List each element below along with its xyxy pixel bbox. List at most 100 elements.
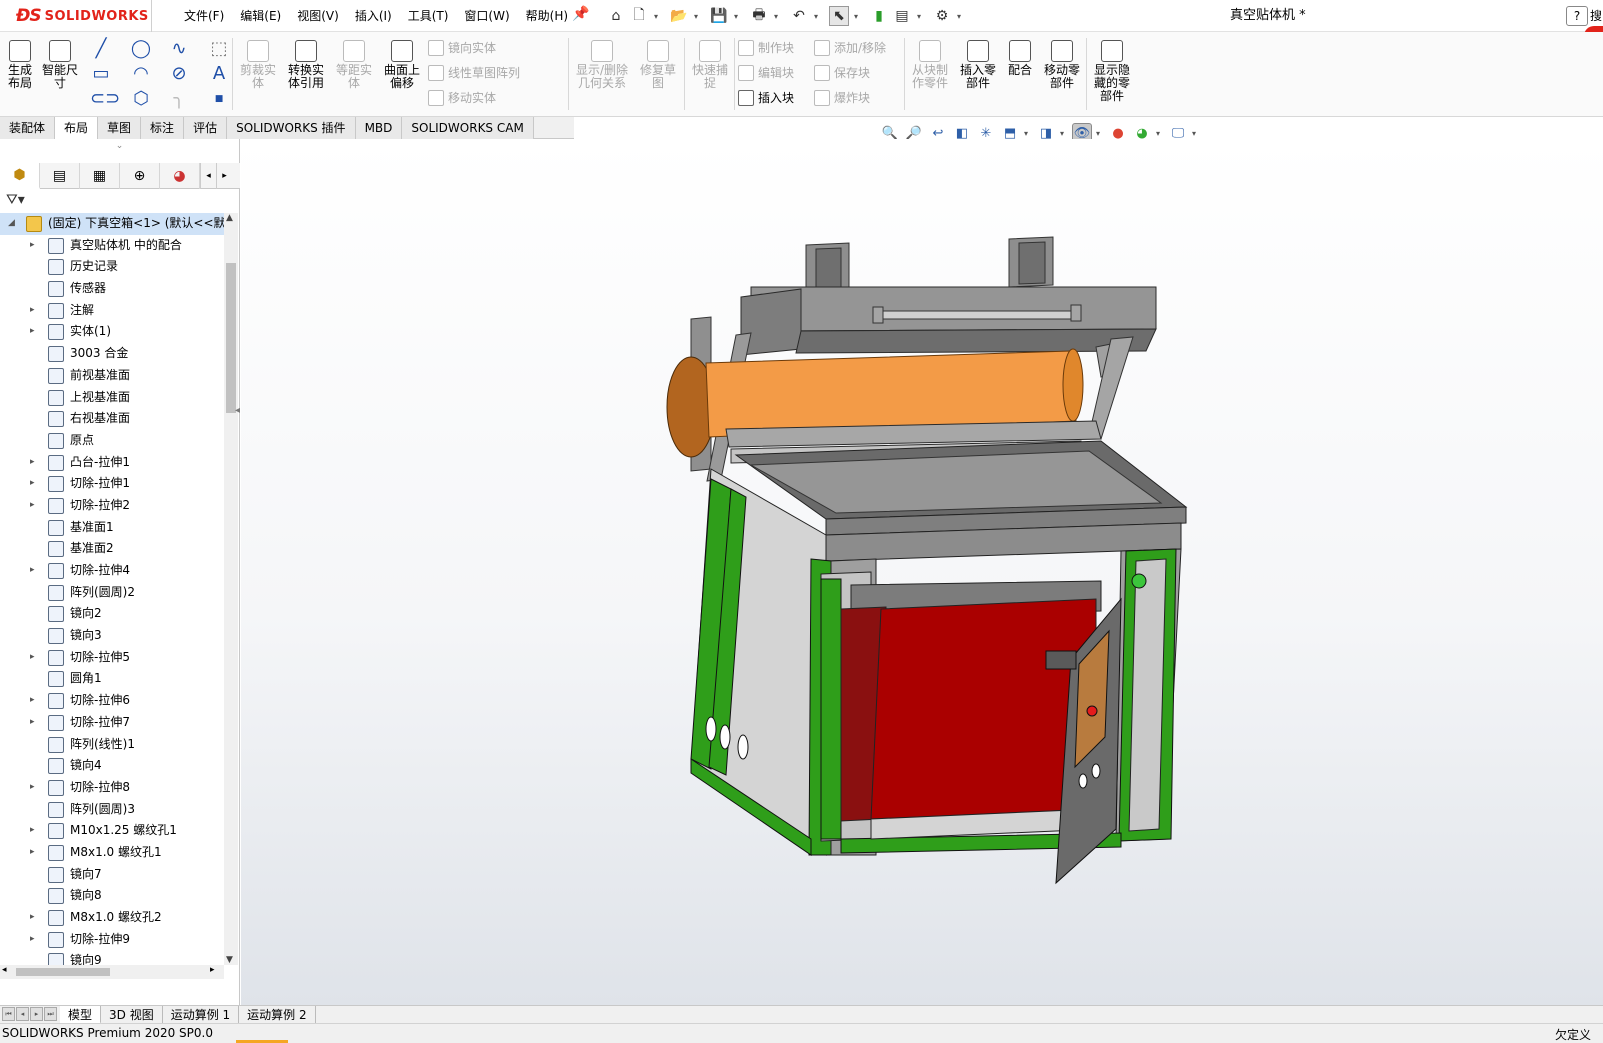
- tree-item[interactable]: ▸ 真空贴体机 中的配合: [0, 235, 224, 257]
- menu-edit[interactable]: 编辑(E): [232, 0, 289, 32]
- menu-tools[interactable]: 工具(T): [400, 0, 457, 32]
- tree-vertical-scrollbar[interactable]: ▲ ▼: [224, 213, 238, 965]
- save-icon[interactable]: 💾: [709, 6, 729, 26]
- select-icon[interactable]: ⬉: [829, 6, 849, 26]
- tree-item[interactable]: 镜向3: [0, 625, 224, 647]
- mate-button[interactable]: 配合: [1004, 40, 1036, 77]
- tree-item[interactable]: 传感器: [0, 278, 224, 300]
- tree-item[interactable]: 阵列(圆周)2: [0, 582, 224, 604]
- fillet-icon[interactable]: ╮: [168, 88, 190, 110]
- smart-dimension-button[interactable]: 智能尺寸: [38, 40, 82, 90]
- scroll-thumb[interactable]: [226, 263, 236, 413]
- tree-item[interactable]: 前视基准面: [0, 365, 224, 387]
- menu-file[interactable]: 文件(F): [176, 0, 232, 32]
- collapse-icon[interactable]: ◢: [8, 213, 15, 235]
- tree-item[interactable]: ▸ 切除-拉伸9: [0, 929, 224, 951]
- tree-item[interactable]: 基准面2: [0, 538, 224, 560]
- tree-item[interactable]: 3003 合金: [0, 343, 224, 365]
- offset-entities-button[interactable]: 等距实体: [334, 40, 374, 90]
- tree-root[interactable]: ◢ (固定) 下真空箱<1> (默认<<默认: [0, 213, 224, 235]
- insert-component-button[interactable]: 插入零部件: [956, 40, 1000, 90]
- move-entities-button[interactable]: 移动实体: [428, 88, 496, 108]
- move-component-button[interactable]: 移动零部件: [1040, 40, 1084, 90]
- expand-icon[interactable]: ▸: [30, 647, 35, 669]
- expand-icon[interactable]: ▸: [30, 473, 35, 495]
- expand-icon[interactable]: ▸: [30, 777, 35, 799]
- settings-dropdown-icon[interactable]: ▾: [1192, 129, 1200, 138]
- slot-icon[interactable]: ⊂⊃: [90, 88, 120, 110]
- add-remove-button[interactable]: 添加/移除: [814, 38, 886, 58]
- rectangle-icon[interactable]: ▭: [90, 63, 112, 85]
- tab-cam[interactable]: SOLIDWORKS CAM: [402, 117, 534, 139]
- scroll-down-icon[interactable]: ▼: [226, 955, 233, 965]
- tree-item[interactable]: ▸ 实体(1): [0, 321, 224, 343]
- panel-grip-icon[interactable]: ⌄: [0, 139, 239, 153]
- select-dropdown-icon[interactable]: ▾: [852, 12, 860, 21]
- print-dropdown-icon[interactable]: ▾: [772, 12, 780, 21]
- tree-item[interactable]: ▸ 切除-拉伸8: [0, 777, 224, 799]
- print-icon[interactable]: 🖶: [749, 6, 769, 26]
- scroll-right-icon[interactable]: ▸: [210, 965, 215, 975]
- expand-icon[interactable]: ▸: [30, 907, 35, 929]
- tab-evaluate[interactable]: 评估: [184, 117, 228, 139]
- insert-block-button[interactable]: 插入块: [738, 88, 794, 108]
- tree-item[interactable]: ▸ 切除-拉伸7: [0, 712, 224, 734]
- mirror-entities-button[interactable]: 镜向实体: [428, 38, 496, 58]
- new-icon[interactable]: 🗋: [629, 6, 649, 26]
- menu-view[interactable]: 视图(V): [289, 0, 347, 32]
- trim-entities-button[interactable]: 剪裁实体: [238, 40, 278, 90]
- menu-insert[interactable]: 插入(I): [347, 0, 400, 32]
- dimxpert-tab-icon[interactable]: ⊕: [120, 163, 160, 189]
- tree-item[interactable]: 镜向7: [0, 864, 224, 886]
- graphics-area[interactable]: Z Y X: [241, 139, 1603, 1043]
- point-icon[interactable]: ■: [208, 88, 230, 110]
- tree-item[interactable]: ▸ 切除-拉伸1: [0, 473, 224, 495]
- tree-item[interactable]: ▸ 凸台-拉伸1: [0, 452, 224, 474]
- expand-icon[interactable]: ▸: [30, 929, 35, 951]
- last-tab-icon[interactable]: ⏭: [44, 1006, 57, 1021]
- tree-item[interactable]: ▸ 切除-拉伸6: [0, 690, 224, 712]
- undo-icon[interactable]: ↶: [789, 6, 809, 26]
- display-manager-tab-icon[interactable]: ◕: [160, 163, 200, 189]
- tab-scroll-right-icon[interactable]: ▸: [216, 163, 232, 189]
- display-dropdown-icon[interactable]: ▾: [1060, 129, 1068, 138]
- tree-item[interactable]: 镜向8: [0, 885, 224, 907]
- tab-assembly[interactable]: 装配体: [0, 117, 56, 139]
- configuration-manager-tab-icon[interactable]: ▦: [80, 163, 120, 189]
- ellipse-icon[interactable]: ⊘: [168, 63, 190, 85]
- menu-window[interactable]: 窗口(W): [456, 0, 517, 32]
- expand-icon[interactable]: ▸: [30, 495, 35, 517]
- save-block-button[interactable]: 保存块: [814, 63, 870, 83]
- quick-snaps-button[interactable]: 快速捕捉: [688, 40, 732, 90]
- first-tab-icon[interactable]: ⏮: [2, 1006, 15, 1021]
- polygon-icon[interactable]: ⬡: [130, 88, 152, 110]
- tree-item[interactable]: 圆角1: [0, 668, 224, 690]
- menu-help[interactable]: 帮助(H): [518, 0, 576, 32]
- tree-item[interactable]: ▸ M10x1.25 螺纹孔1: [0, 820, 224, 842]
- expand-icon[interactable]: ▸: [30, 560, 35, 582]
- new-dropdown-icon[interactable]: ▾: [652, 12, 660, 21]
- make-part-from-block-button[interactable]: 从块制作零件: [908, 40, 952, 90]
- tab-addins[interactable]: SOLIDWORKS 插件: [227, 117, 356, 139]
- expand-icon[interactable]: ▸: [30, 712, 35, 734]
- rebuild-icon[interactable]: ▮: [869, 6, 889, 26]
- scroll-thumb[interactable]: [16, 968, 110, 976]
- explode-block-button[interactable]: 爆炸块: [814, 88, 870, 108]
- scenes-dropdown-icon[interactable]: ▾: [1156, 129, 1164, 138]
- prev-tab-icon[interactable]: ◂: [16, 1006, 29, 1021]
- show-hidden-components-button[interactable]: 显示隐藏的零部件: [1090, 40, 1134, 103]
- tree-item[interactable]: ▸ 注解: [0, 300, 224, 322]
- tree-item[interactable]: 上视基准面: [0, 387, 224, 409]
- hide-show-dropdown-icon[interactable]: ▾: [1096, 129, 1104, 138]
- tab-layout[interactable]: 布局: [55, 117, 99, 139]
- open-icon[interactable]: 📂: [669, 6, 689, 26]
- offset-on-surface-button[interactable]: 曲面上偏移: [380, 40, 424, 90]
- tree-item[interactable]: ▸ M8x1.0 螺纹孔1: [0, 842, 224, 864]
- tab-sketch[interactable]: 草图: [98, 117, 142, 139]
- tree-item[interactable]: ▸ 切除-拉伸4: [0, 560, 224, 582]
- circle-icon[interactable]: ◯: [130, 38, 152, 60]
- tree-item[interactable]: 右视基准面: [0, 408, 224, 430]
- make-block-button[interactable]: 制作块: [738, 38, 794, 58]
- tree-item[interactable]: 阵列(圆周)3: [0, 799, 224, 821]
- line-icon[interactable]: ╱: [90, 38, 112, 60]
